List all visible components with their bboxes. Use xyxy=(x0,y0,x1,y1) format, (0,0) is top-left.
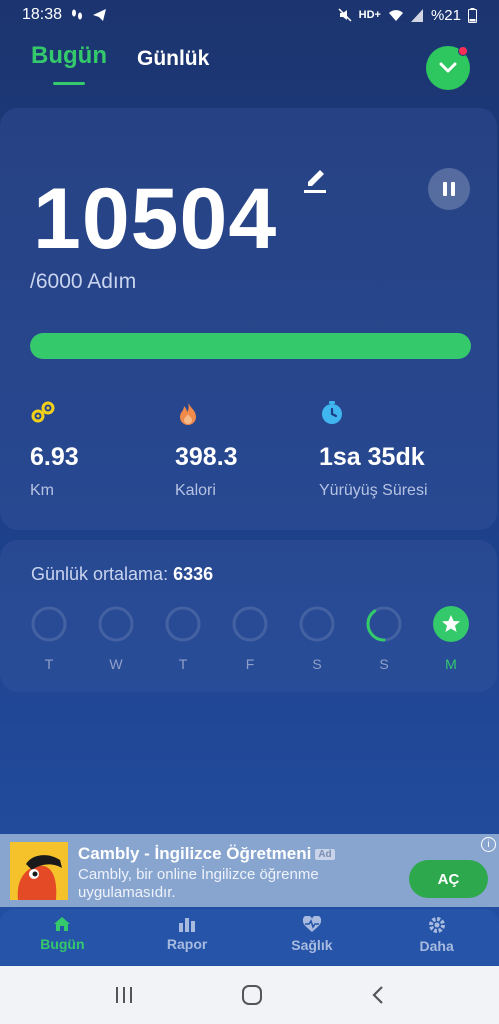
day-label: S xyxy=(312,656,322,672)
day-label: T xyxy=(178,656,188,672)
ad-app-logo xyxy=(10,842,68,900)
day-6: M xyxy=(433,606,469,672)
ad-open-button[interactable]: AÇ xyxy=(409,860,488,898)
stat-calories: 398.3 Kalori xyxy=(175,400,238,500)
tab-daily[interactable]: Günlük xyxy=(137,47,209,71)
edit-icon[interactable] xyxy=(300,164,330,194)
tab-today[interactable]: Bugün xyxy=(31,42,107,85)
home-button-icon[interactable] xyxy=(241,985,263,1005)
week-days: TWTFSSM xyxy=(31,606,469,672)
back-icon[interactable] xyxy=(371,985,385,1005)
day-label: M xyxy=(445,656,457,672)
day-progress-ring xyxy=(366,606,402,642)
nav-report[interactable]: Rapor xyxy=(125,909,250,965)
day-progress-ring xyxy=(232,606,268,642)
distance-icon xyxy=(31,401,55,423)
day-label: W xyxy=(109,656,123,672)
network-type: HD+ xyxy=(358,9,381,21)
day-4: S xyxy=(299,606,335,672)
nav-health[interactable]: Sağlık xyxy=(250,909,375,965)
flame-icon xyxy=(180,402,196,425)
nav-more[interactable]: Daha xyxy=(374,909,499,965)
status-time: 18:38 xyxy=(22,6,63,23)
calories-value: 398.3 xyxy=(175,443,238,471)
day-1: W xyxy=(98,606,134,672)
home-icon xyxy=(54,917,71,931)
pause-button[interactable] xyxy=(428,168,470,210)
day-label: T xyxy=(44,656,54,672)
ad-title: Cambly - İngilizce Öğretmeni Ad xyxy=(78,844,335,864)
notification-dot xyxy=(458,46,468,56)
wifi-icon xyxy=(388,9,403,21)
nav-report-label: Rapor xyxy=(166,936,208,952)
calories-label: Kalori xyxy=(175,482,216,499)
battery-icon xyxy=(468,7,477,23)
signal-icon xyxy=(410,8,423,22)
day-label: S xyxy=(379,656,389,672)
day-progress-ring xyxy=(31,606,67,642)
ad-badge: Ad xyxy=(315,849,335,860)
walking-time-value: 1sa 35dk xyxy=(319,443,425,471)
battery-percent: %21 xyxy=(430,6,461,24)
walking-time-label: Yürüyüş Süresi xyxy=(319,482,428,499)
nav-health-label: Sağlık xyxy=(291,937,333,953)
weekly-card[interactable]: Günlük ortalama: 6336 T W T F S S M xyxy=(0,540,497,692)
pause-icon xyxy=(443,182,455,196)
step-count: 10504 xyxy=(33,171,278,267)
gear-icon xyxy=(428,917,445,933)
bar-chart-icon xyxy=(179,918,196,932)
day-label: F xyxy=(245,656,255,672)
stat-walking-time: 1sa 35dk Yürüyüş Süresi xyxy=(319,400,428,500)
telegram-icon xyxy=(93,9,107,21)
distance-label: Km xyxy=(30,482,54,499)
day-3: F xyxy=(232,606,268,672)
ad-title-text: Cambly - İngilizce Öğretmeni xyxy=(78,844,312,863)
heart-pulse-icon xyxy=(302,916,321,932)
daily-average-value: 6336 xyxy=(173,564,214,584)
chevron-down-icon xyxy=(439,62,457,73)
step-goal: /6000 Adım xyxy=(30,270,137,293)
daily-average: Günlük ortalama: 6336 xyxy=(31,564,213,585)
day-progress-ring xyxy=(98,606,134,642)
ad-info-icon[interactable]: i xyxy=(481,837,496,852)
goal-star-icon xyxy=(433,606,469,642)
mute-icon xyxy=(338,8,352,22)
top-tabs: Bugün Günlük xyxy=(31,42,209,85)
bottom-navigation: Bugün Rapor Sağlık Daha xyxy=(0,909,499,965)
status-bar: 18:38 HD+ %21 xyxy=(0,0,499,30)
footsteps-icon xyxy=(72,9,83,20)
day-5: S xyxy=(366,606,402,672)
today-card: 10504 /6000 Adım 6.93 Km 398.3 Kalori 1s… xyxy=(0,108,497,530)
timer-icon xyxy=(322,401,342,424)
day-0: T xyxy=(31,606,67,672)
system-navigation-bar xyxy=(0,966,499,1024)
daily-average-label: Günlük ortalama: xyxy=(31,564,169,584)
distance-value: 6.93 xyxy=(30,443,79,471)
stat-distance: 6.93 Km xyxy=(30,400,79,500)
step-progress-fill xyxy=(30,333,471,359)
recent-apps-icon[interactable] xyxy=(114,986,134,1004)
day-progress-ring xyxy=(299,606,335,642)
day-2: T xyxy=(165,606,201,672)
ad-description: Cambly, bir online İngilizce öğrenme uyg… xyxy=(78,866,319,901)
nav-today-label: Bugün xyxy=(40,936,85,952)
ad-banner[interactable]: Cambly - İngilizce Öğretmeni Ad Cambly, b… xyxy=(0,834,499,907)
nav-today[interactable]: Bugün xyxy=(0,909,125,965)
day-progress-ring xyxy=(165,606,201,642)
step-progress-bar xyxy=(30,333,471,359)
nav-more-label: Daha xyxy=(419,938,454,954)
